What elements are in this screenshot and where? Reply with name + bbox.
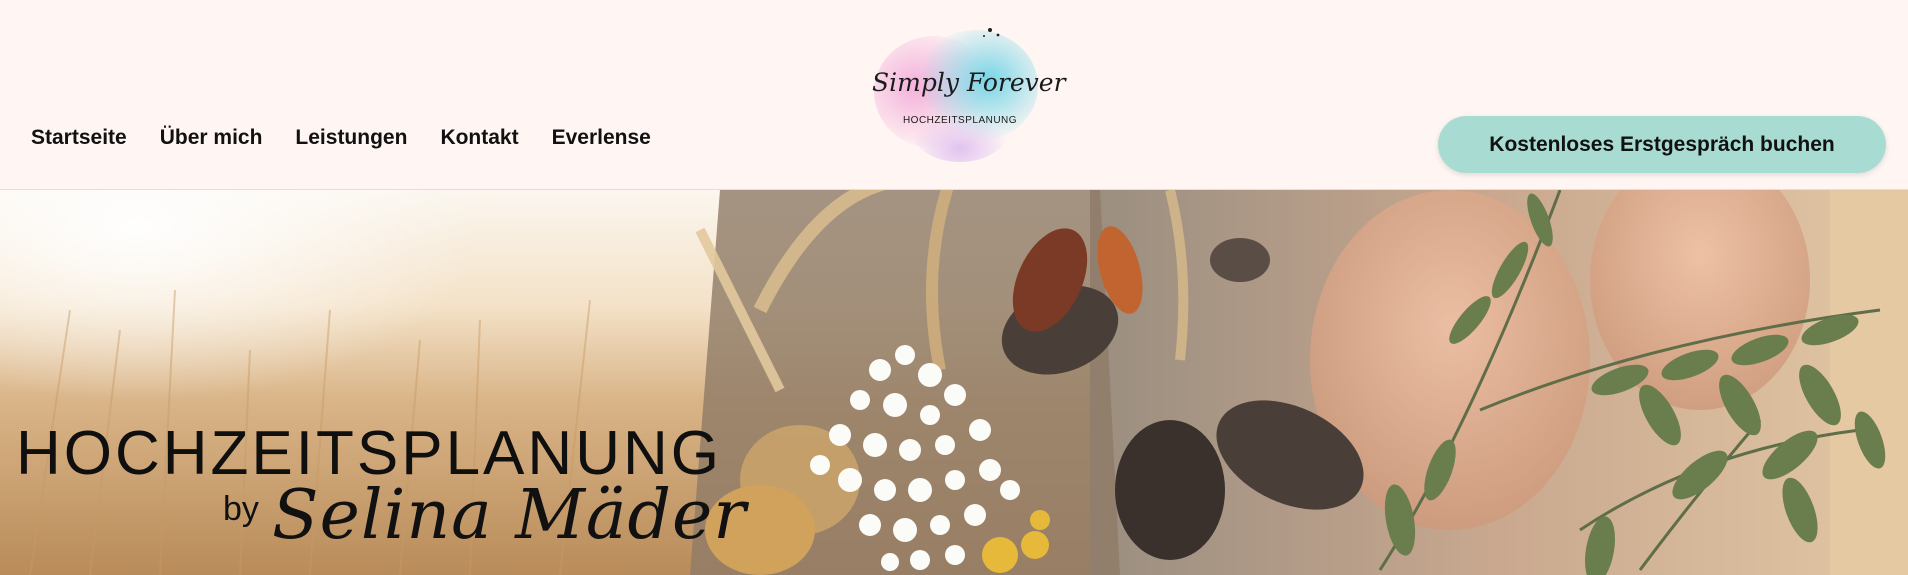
hero-by-text: by bbox=[223, 490, 259, 528]
nav-item-startseite[interactable]: Startseite bbox=[31, 126, 127, 150]
hero-name-signature: Selina Mäder bbox=[272, 476, 747, 555]
logo-script-text: Simply Forever bbox=[872, 68, 1066, 97]
nav-item-ueber-mich[interactable]: Über mich bbox=[160, 126, 263, 150]
site-header: Startseite Über mich Leistungen Kontakt … bbox=[0, 0, 1908, 190]
book-consultation-button[interactable]: Kostenloses Erstgespräch buchen bbox=[1438, 116, 1886, 173]
nav-item-leistungen[interactable]: Leistungen bbox=[295, 126, 407, 150]
nav-item-kontakt[interactable]: Kontakt bbox=[440, 126, 518, 150]
site-logo[interactable]: Simply Forever HOCHZEITSPLANUNG bbox=[872, 24, 1066, 166]
logo-subtitle: HOCHZEITSPLANUNG bbox=[902, 115, 1018, 126]
main-nav: Startseite Über mich Leistungen Kontakt … bbox=[31, 126, 651, 150]
nav-item-everlense[interactable]: Everlense bbox=[552, 126, 651, 150]
hero-banner: HOCHZEITSPLANUNG by Selina Mäder bbox=[0, 190, 1908, 575]
